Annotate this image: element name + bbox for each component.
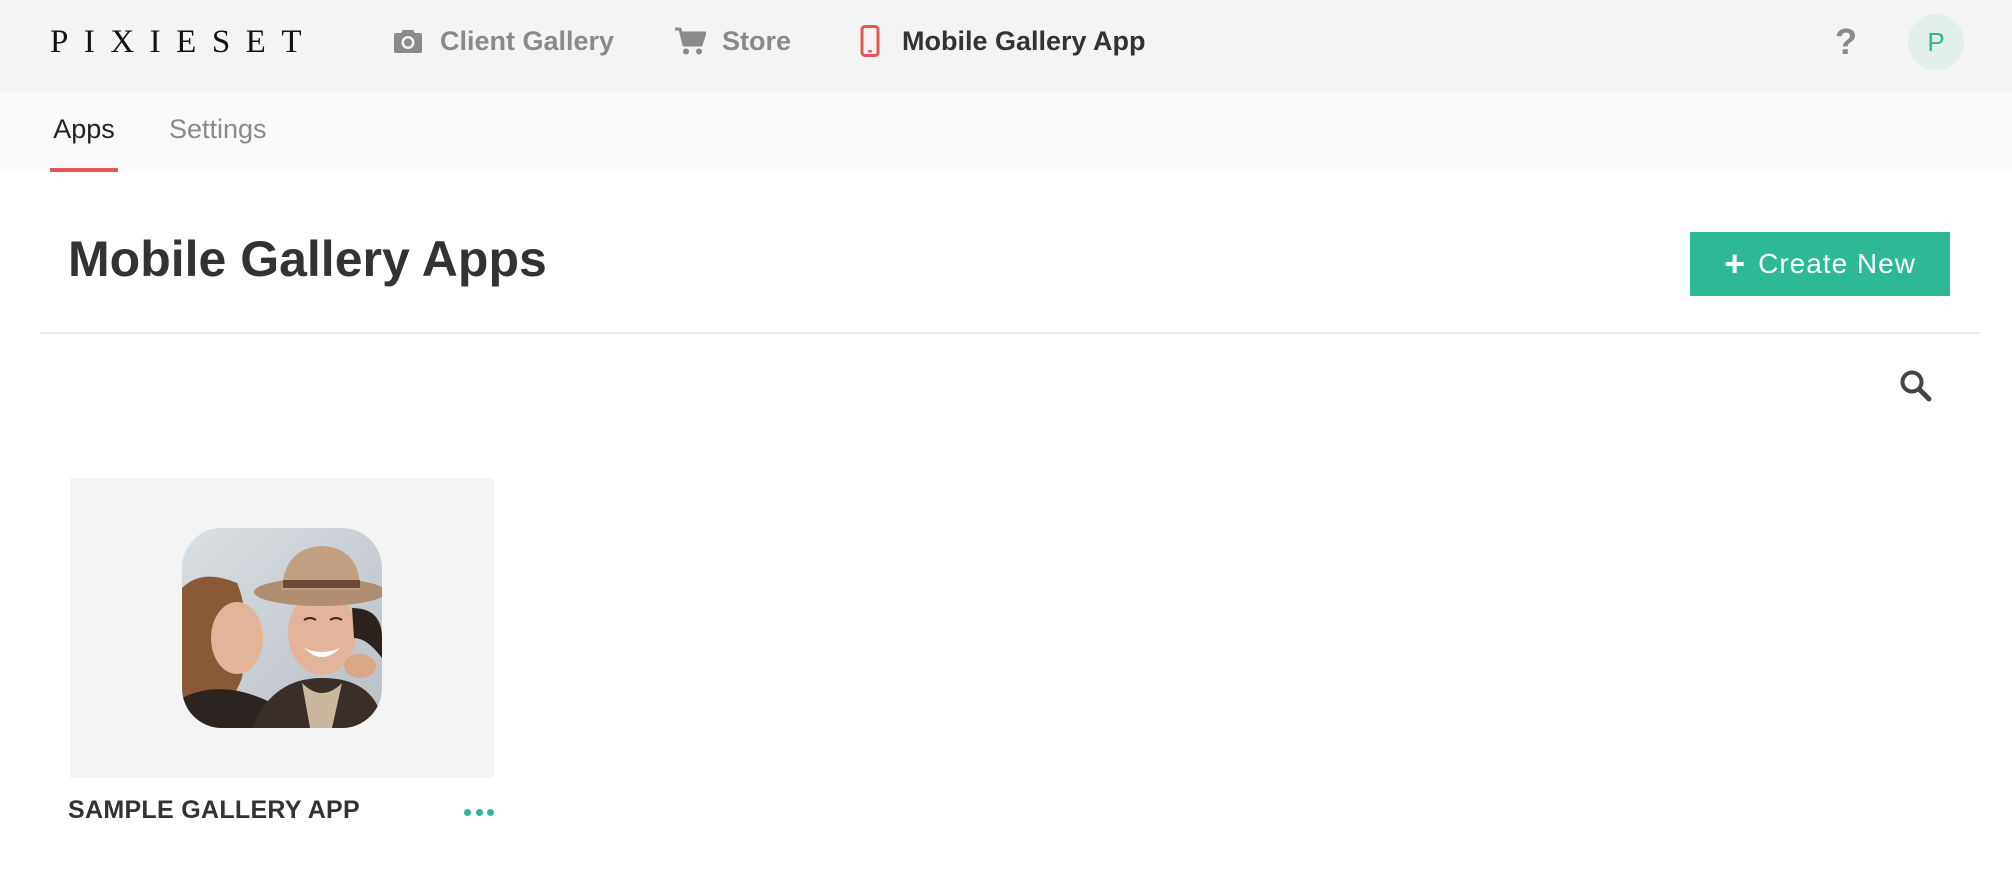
more-horizontal-icon[interactable] — [464, 800, 494, 824]
nav-store-label: Store — [722, 25, 792, 56]
tab-apps-label: Apps — [53, 114, 115, 144]
menu-dot — [464, 808, 471, 816]
active-tab-underline — [50, 168, 118, 172]
app-icon-photo — [182, 528, 382, 728]
plus-icon: + — [1724, 243, 1747, 284]
pixieset-logo[interactable]: PIXIESET — [50, 24, 317, 60]
help-button[interactable]: ? — [1826, 20, 1866, 64]
create-new-label: Create New — [1758, 248, 1916, 279]
nav-store[interactable]: Store — [672, 20, 791, 62]
tab-settings[interactable]: Settings — [169, 92, 267, 172]
create-new-button[interactable]: + Create New — [1690, 232, 1950, 296]
mobile-phone-icon — [852, 23, 888, 59]
page-title: Mobile Gallery Apps — [68, 231, 547, 287]
nav-mobile-gallery-app[interactable]: Mobile Gallery App — [852, 20, 1146, 62]
sub-tabs-bar: Apps Settings — [0, 92, 2012, 172]
user-avatar[interactable]: P — [1908, 14, 1964, 70]
nav-client-gallery-label: Client Gallery — [440, 25, 615, 56]
nav-client-gallery[interactable]: Client Gallery — [390, 20, 614, 62]
top-navigation-bar: PIXIESET Client Gallery Store Mobile Gal… — [0, 0, 2012, 92]
menu-dot — [475, 808, 483, 816]
cart-icon — [672, 23, 708, 59]
app-card[interactable] — [70, 478, 494, 778]
menu-dot — [487, 808, 494, 816]
app-card-name[interactable]: SAMPLE GALLERY APP — [68, 796, 360, 825]
nav-mobile-gallery-app-label: Mobile Gallery App — [902, 25, 1146, 56]
tab-apps[interactable]: Apps — [50, 92, 118, 172]
camera-icon — [390, 23, 426, 59]
tab-settings-label: Settings — [169, 114, 267, 144]
search-icon[interactable] — [1898, 368, 1934, 404]
header-divider — [40, 332, 1980, 334]
